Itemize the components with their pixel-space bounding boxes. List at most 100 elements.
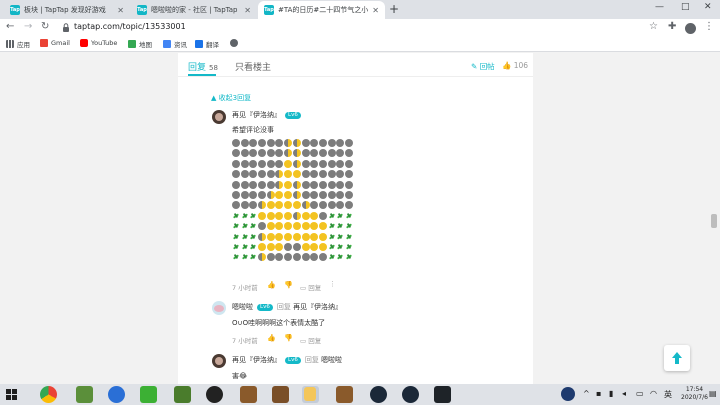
thumbs-up-icon[interactable]: 👍 — [267, 334, 276, 342]
input-method-icon[interactable]: 英 — [664, 389, 672, 400]
new-tab-button[interactable]: + — [389, 2, 399, 16]
reply-post-button[interactable]: ✎ 回帖 — [471, 61, 495, 72]
emoji-art-grid — [232, 138, 354, 263]
back-arrow-icon[interactable]: ← — [6, 21, 14, 32]
bookmark-youtube[interactable]: YouTube — [80, 39, 117, 47]
gray-emoji — [318, 149, 327, 158]
bookmark-apps[interactable]: 应用 — [6, 39, 30, 49]
qq-penguin-icon[interactable] — [206, 386, 223, 403]
thumbs-up-icon[interactable]: 👍 — [267, 281, 276, 289]
gray-emoji — [258, 170, 267, 179]
gray-emoji — [310, 201, 319, 210]
show-hidden-icons-icon[interactable]: ^ — [583, 389, 590, 398]
gray-emoji — [292, 242, 301, 251]
network-icon[interactable]: ▮ — [609, 389, 613, 398]
yellow-emoji — [310, 232, 319, 241]
chest-icon[interactable] — [240, 386, 257, 403]
volume-icon[interactable]: ◂ — [622, 389, 626, 398]
bookmark-globe[interactable] — [230, 39, 241, 47]
thumbs-down-icon[interactable]: 👎 — [284, 334, 293, 342]
wifi-icon[interactable]: ◠ — [650, 389, 657, 398]
comment-author[interactable]: 再见『伊洛纳』 Lv6 — [232, 110, 301, 120]
browser-tab-1[interactable]: Tap 板块 | TapTap 发现好游戏 ✕ — [4, 1, 130, 19]
back-to-top-button[interactable] — [664, 345, 690, 371]
bookmark-maps[interactable]: 地图 — [128, 39, 152, 49]
browser-tab-active[interactable]: Tap #TA的日历#二十四节气之小暑 - ✕ — [258, 1, 385, 19]
reply-to-user[interactable]: 再见『伊洛纳』 — [293, 303, 342, 311]
emoji-row — [232, 242, 354, 252]
gray-emoji — [318, 180, 327, 189]
extensions-puzzle-icon[interactable]: ✚ — [668, 21, 676, 32]
browser-tab-2[interactable]: Tap 嗯啦啦的家 - 社区 | TapTap 发现 ✕ — [131, 1, 257, 19]
emoji-row — [232, 148, 354, 158]
chest-icon[interactable] — [272, 386, 289, 403]
emoji-row — [232, 232, 354, 242]
collapse-replies-link[interactable]: ▲ 收起3回复 — [211, 93, 251, 103]
close-tab-icon[interactable]: ✕ — [372, 6, 379, 15]
menu-kebab-icon[interactable]: ⋮ — [704, 21, 714, 32]
minimize-icon[interactable]: — — [655, 2, 664, 12]
bookmark-news[interactable]: 资讯 — [163, 39, 187, 49]
close-tab-icon[interactable]: ✕ — [244, 6, 251, 15]
page-scrollbar-thumb[interactable] — [711, 214, 717, 228]
reload-icon[interactable]: ↻ — [41, 21, 49, 32]
page-content: 回复 58 只看楼主 ✎ 回帖 👍 106 ▲ 收起3回复 再见『伊洛纳』 Lv6 … — [0, 53, 720, 384]
battery-icon[interactable]: ▭ — [636, 389, 644, 398]
forward-arrow-icon[interactable]: → — [24, 21, 32, 32]
gray-emoji — [336, 170, 345, 179]
avatar[interactable] — [212, 301, 226, 315]
leaf-emoji — [327, 253, 336, 262]
level-badge: Lv6 — [257, 304, 273, 311]
minecraft-icon[interactable] — [76, 386, 93, 403]
like-post-button[interactable]: 👍 106 — [502, 61, 528, 70]
avatar[interactable] — [212, 110, 226, 124]
tray-app-icon[interactable]: ▪ — [596, 389, 601, 398]
yellow-emoji — [292, 222, 301, 231]
help-icon[interactable] — [561, 387, 575, 401]
yellow-emoji — [292, 232, 301, 241]
reply-comment-button[interactable]: ▭ 回复 — [300, 335, 321, 345]
bookmark-star-icon[interactable]: ☆ — [649, 21, 658, 32]
close-window-icon[interactable]: ✕ — [704, 2, 712, 12]
yellow-emoji — [284, 180, 293, 189]
gray-emoji — [327, 190, 336, 199]
avatar[interactable] — [212, 354, 226, 368]
more-options-icon[interactable]: ⋮ — [329, 280, 336, 288]
gray-emoji — [232, 170, 240, 179]
profile-avatar-icon[interactable] — [685, 23, 696, 34]
thumbs-down-icon[interactable]: 👎 — [284, 281, 293, 289]
author-name: 嗯啦啦 — [232, 303, 253, 311]
reply-to-user[interactable]: 嗯啦啦 — [321, 356, 342, 364]
steam-icon[interactable] — [370, 386, 387, 403]
gray-emoji — [344, 159, 353, 168]
maximize-icon[interactable]: □ — [681, 2, 690, 12]
reply-comment-button[interactable]: ▭ 回复 — [300, 282, 321, 292]
steam-icon[interactable] — [402, 386, 419, 403]
address-bar[interactable]: taptap.com/topic/13533001 — [74, 22, 186, 31]
browser-tab-strip: Tap 板块 | TapTap 发现好游戏 ✕ Tap 嗯啦啦的家 - 社区 |… — [0, 0, 720, 19]
grass-block-icon[interactable] — [174, 386, 191, 403]
comment-author[interactable]: 嗯啦啦 Lv6 回复 再见『伊洛纳』 — [232, 302, 342, 312]
bookmark-translate[interactable]: 翻译 — [195, 39, 219, 49]
k-app-icon[interactable] — [108, 386, 125, 403]
league-of-legends-icon[interactable] — [434, 386, 451, 403]
wechat-icon[interactable] — [140, 386, 157, 403]
half-emoji — [258, 201, 267, 210]
gray-emoji — [284, 242, 293, 251]
half-emoji — [292, 211, 301, 220]
taptap-favicon: Tap — [10, 5, 20, 15]
close-tab-icon[interactable]: ✕ — [117, 6, 124, 15]
chest-icon[interactable] — [336, 386, 353, 403]
tab-author-only[interactable]: 只看楼主 — [235, 60, 271, 73]
gray-emoji — [266, 170, 275, 179]
tab-title: 嗯啦啦的家 - 社区 | TapTap 发现 — [151, 6, 240, 14]
bookmark-gmail[interactable]: Gmail — [40, 39, 70, 47]
windows-start-icon[interactable] — [6, 389, 17, 400]
yellow-emoji — [275, 190, 284, 199]
file-explorer-icon[interactable] — [304, 387, 316, 401]
notifications-icon[interactable]: ▤ — [709, 389, 717, 398]
taskbar-clock[interactable]: 17:54 2020/7/6 — [681, 386, 708, 402]
comment-author[interactable]: 再见『伊洛纳』 Lv6 回复 嗯啦啦 — [232, 355, 342, 365]
chrome-icon[interactable] — [40, 386, 57, 403]
tab-replies[interactable]: 回复 58 — [188, 60, 218, 73]
